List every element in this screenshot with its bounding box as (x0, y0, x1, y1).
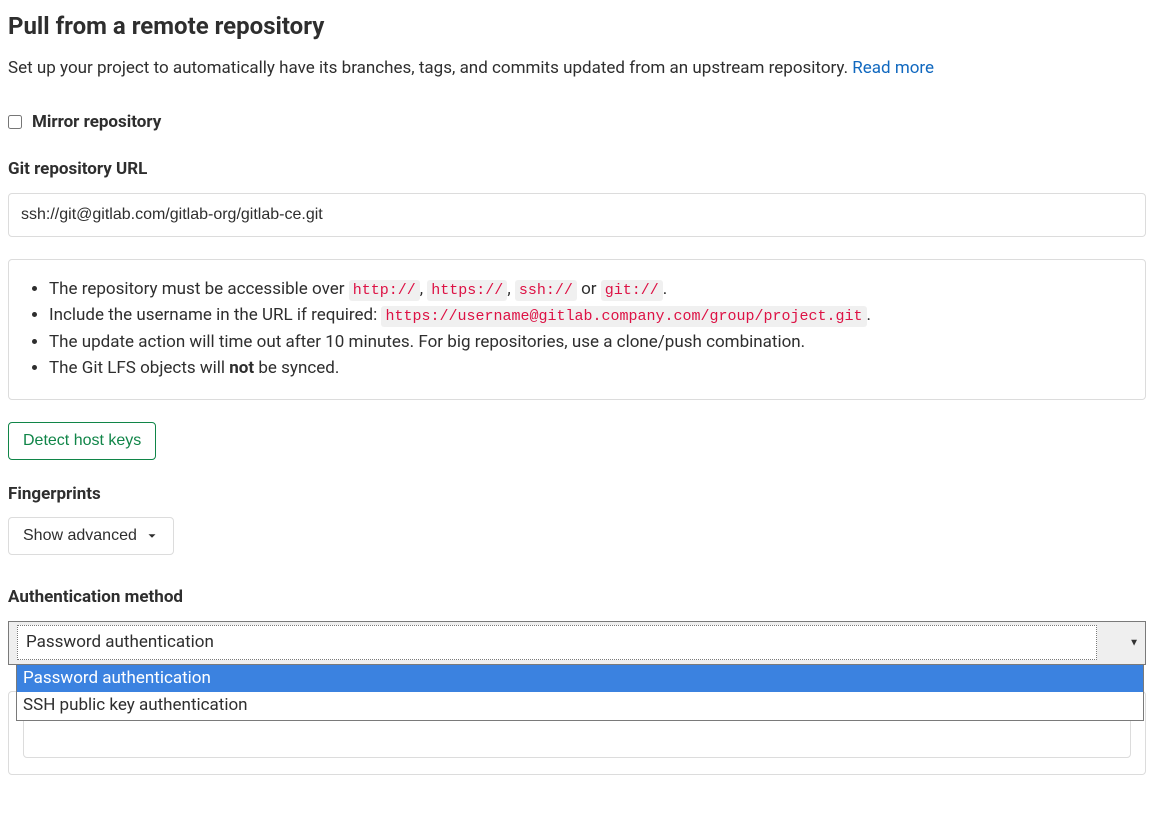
fingerprints-label: Fingerprints (8, 482, 1146, 508)
info-item-timeout: The update action will time out after 10… (49, 330, 1127, 356)
chevron-down-icon (145, 529, 159, 543)
info-item-lfs: The Git LFS objects will not be synced. (49, 356, 1127, 382)
mirror-checkbox-row: Mirror repository (8, 110, 1146, 136)
code-http: http:// (349, 280, 420, 301)
text: , (507, 279, 515, 299)
auth-method-label: Authentication method (8, 585, 1146, 611)
read-more-link[interactable]: Read more (852, 58, 934, 78)
text: Include the username in the URL if requi… (49, 305, 381, 325)
git-url-input[interactable] (8, 193, 1146, 237)
info-item-protocols: The repository must be accessible over h… (49, 277, 1127, 303)
mirror-checkbox[interactable] (8, 115, 22, 129)
description: Set up your project to automatically hav… (8, 56, 1146, 82)
auth-method-dropdown: Password authentication SSH public key a… (16, 665, 1144, 721)
auth-option-password[interactable]: Password authentication (17, 665, 1143, 693)
info-item-username: Include the username in the URL if requi… (49, 303, 1127, 329)
detect-host-keys-button[interactable]: Detect host keys (8, 422, 156, 460)
text: The Git LFS objects will (49, 358, 229, 378)
code-ssh: ssh:// (515, 280, 577, 301)
text: . (867, 305, 871, 325)
auth-method-select[interactable]: Password authentication ▼ (8, 621, 1146, 665)
auth-method-selected: Password authentication (17, 625, 1097, 661)
code-https: https:// (427, 280, 507, 301)
code-example-url: https://username@gitlab.company.com/grou… (381, 306, 866, 327)
text: The repository must be accessible over (49, 279, 349, 299)
text-not: not (229, 358, 254, 378)
text: be synced. (254, 358, 339, 378)
mirror-checkbox-label[interactable]: Mirror repository (32, 110, 161, 136)
info-box: The repository must be accessible over h… (8, 259, 1146, 400)
page-title: Pull from a remote repository (8, 8, 1146, 44)
description-text: Set up your project to automatically hav… (8, 58, 852, 78)
show-advanced-button[interactable]: Show advanced (8, 517, 174, 555)
auth-option-ssh[interactable]: SSH public key authentication (17, 692, 1143, 720)
git-url-label: Git repository URL (8, 157, 1146, 183)
text: . (663, 279, 667, 299)
code-git: git:// (601, 280, 663, 301)
show-advanced-label: Show advanced (23, 527, 137, 545)
dropdown-arrow-icon: ▼ (1129, 635, 1139, 650)
text: or (577, 279, 601, 299)
